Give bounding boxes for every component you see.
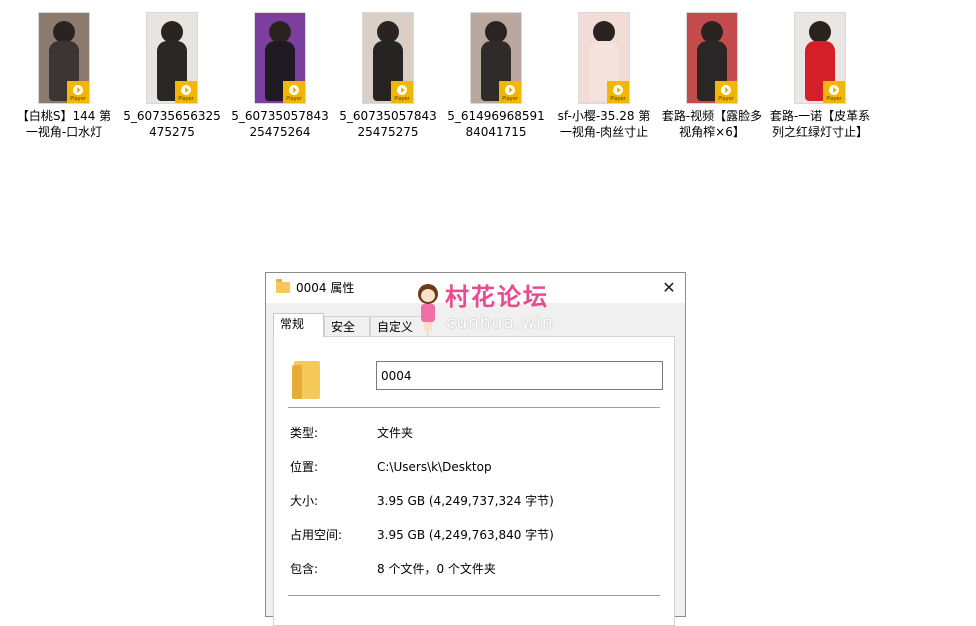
folder-name-field[interactable] [376, 361, 663, 390]
file-item[interactable]: Player 5_6149696859184041715 [442, 8, 550, 140]
type-label: 类型: [290, 426, 319, 440]
mascot-icon [412, 282, 442, 332]
player-badge-icon: Player [283, 81, 305, 103]
file-name: 5_6073505784325475275 [339, 109, 437, 139]
player-badge-icon: Player [715, 81, 737, 103]
file-name: 套路-视频【露脸多视角榨×6】 [661, 109, 763, 139]
file-item[interactable]: Player 5_6073505784325475264 [226, 8, 334, 140]
watermark-title: 村花论坛 [445, 283, 549, 311]
video-thumbnail: Player [794, 12, 846, 104]
file-name: sf-小樱-35.28 第一视角-肉丝寸止 [557, 109, 651, 139]
divider [288, 595, 660, 596]
contains-label: 包含: [290, 562, 319, 576]
player-badge-icon: Player [499, 81, 521, 103]
video-thumbnail: Player [470, 12, 522, 104]
file-grid: Player 【白桃S】144 第一视角-口水灯 Player 5_607356… [0, 0, 976, 170]
size-value: 3.95 GB (4,249,737,324 字节) [377, 494, 554, 508]
tab-general[interactable]: 常规 [273, 313, 324, 337]
folder-icon [292, 361, 320, 399]
general-panel: 类型: 文件夹 位置: C:\Users\k\Desktop 大小: 3.95 … [273, 336, 675, 626]
file-item[interactable]: Player sf-小樱-35.28 第一视角-肉丝寸止 [550, 8, 658, 140]
size-on-disk-value: 3.95 GB (4,249,763,840 字节) [377, 528, 554, 542]
player-badge-icon: Player [67, 81, 89, 103]
player-badge-icon: Player [607, 81, 629, 103]
size-label: 大小: [290, 494, 319, 508]
watermark-url: cunhua.win [446, 313, 554, 333]
tab-security[interactable]: 安全 [324, 316, 370, 336]
file-item[interactable]: Player 套路-一诺【皮革系列之红绿灯寸止】 [766, 8, 874, 140]
file-item[interactable]: Player 5_6073505784325475275 [334, 8, 442, 140]
forum-watermark: 村花论坛 cunhua.win [412, 282, 582, 334]
player-badge-icon: Player [391, 81, 413, 103]
file-item[interactable]: Player 【白桃S】144 第一视角-口水灯 [10, 8, 118, 140]
dialog-title: 0004 属性 [296, 281, 355, 295]
video-thumbnail: Player [38, 12, 90, 104]
video-thumbnail: Player [146, 12, 198, 104]
contains-value: 8 个文件，0 个文件夹 [377, 562, 496, 576]
folder-icon [276, 279, 290, 293]
file-name: 5_6073505784325475264 [231, 109, 329, 139]
file-name: 5_6149696859184041715 [447, 109, 545, 139]
location-value: C:\Users\k\Desktop [377, 460, 492, 474]
file-item[interactable]: Player 套路-视频【露脸多视角榨×6】 [658, 8, 766, 140]
video-thumbnail: Player [362, 12, 414, 104]
video-thumbnail: Player [686, 12, 738, 104]
location-label: 位置: [290, 460, 319, 474]
file-item[interactable]: Player 5_60735656325475275 [118, 8, 226, 140]
file-name: 套路-一诺【皮革系列之红绿灯寸止】 [769, 109, 871, 139]
divider [288, 407, 660, 408]
close-button[interactable]: ✕ [653, 273, 685, 303]
player-badge-icon: Player [175, 81, 197, 103]
video-thumbnail: Player [578, 12, 630, 104]
size-on-disk-label: 占用空间: [290, 528, 343, 542]
type-value: 文件夹 [377, 426, 414, 440]
file-name: 5_60735656325475275 [123, 109, 221, 139]
player-badge-icon: Player [823, 81, 845, 103]
video-thumbnail: Player [254, 12, 306, 104]
file-name: 【白桃S】144 第一视角-口水灯 [16, 109, 112, 139]
